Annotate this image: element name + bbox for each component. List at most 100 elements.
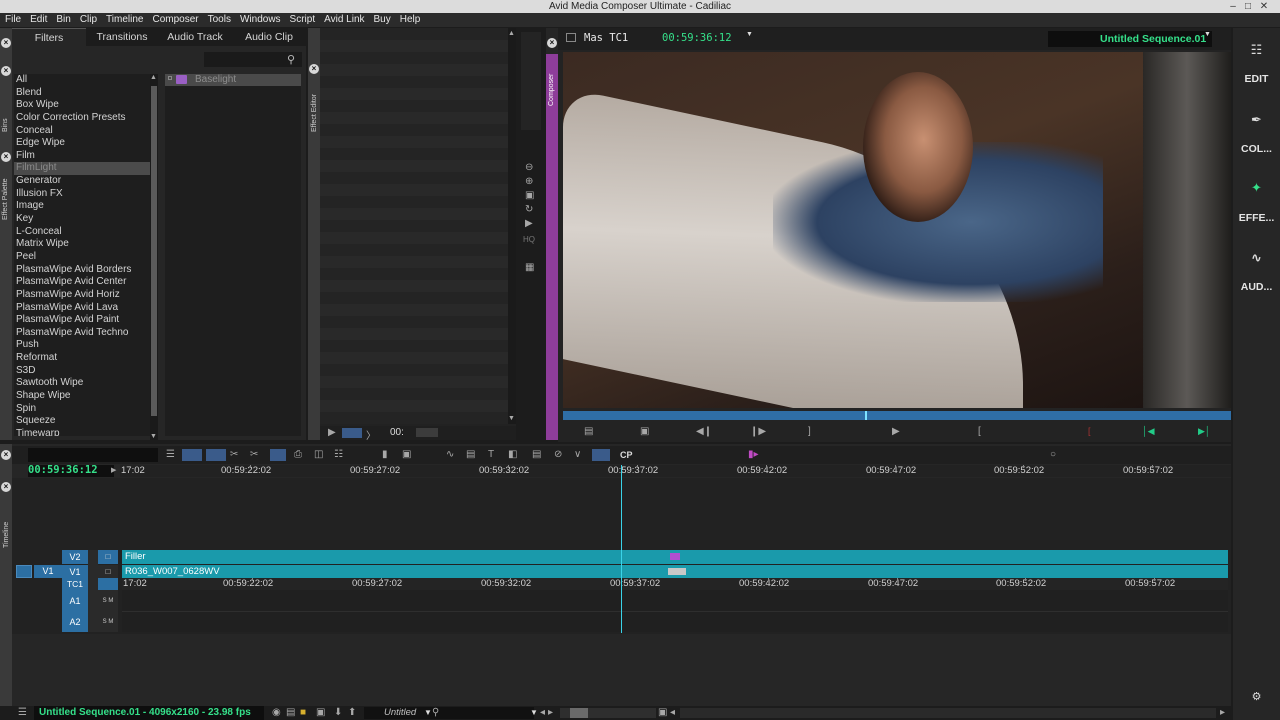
category-item[interactable]: PlasmaWipe Avid Lava (14, 302, 152, 315)
track-header-tc1[interactable]: TC1 (62, 578, 88, 590)
source-track-v1[interactable]: V1 (34, 565, 62, 578)
track-header-v2[interactable]: V2 (62, 550, 88, 564)
menu-windows[interactable]: Windows (235, 13, 285, 27)
timeline-scroll-right-icon[interactable]: ▸ (1220, 706, 1225, 720)
category-item[interactable]: FilmLight (14, 162, 152, 176)
segment-mode-icon[interactable] (270, 449, 286, 461)
category-item[interactable]: Blend (14, 87, 152, 100)
render-icon[interactable]: ▦ (525, 262, 534, 273)
filler-effect-icon[interactable] (670, 553, 680, 560)
v2-monitor-icon[interactable]: □ (98, 550, 118, 564)
menu-edit[interactable]: Edit (25, 13, 51, 27)
category-item[interactable]: Illusion FX (14, 188, 152, 201)
category-item[interactable]: Color Correction Presets (14, 112, 152, 125)
tc-dropdown-icon[interactable]: ▼ (746, 31, 753, 38)
audio-workspace-button[interactable]: AUD... (1233, 281, 1280, 293)
effects-workspace-button[interactable]: EFFE... (1233, 212, 1280, 224)
a2-mute-button[interactable]: M (108, 619, 113, 625)
color-workspace-button[interactable]: COL... (1233, 143, 1280, 155)
category-item[interactable]: Squeeze (14, 415, 152, 428)
category-item[interactable]: Matrix Wipe (14, 238, 152, 251)
snap-icon[interactable]: ▤ (532, 449, 541, 460)
category-item[interactable]: Reformat (14, 352, 152, 365)
scroll-left-icon[interactable]: ◂ (540, 706, 545, 720)
timeline-marker-icon[interactable]: ▮▸ (748, 449, 759, 460)
zoom-slider-thumb[interactable] (570, 708, 588, 718)
record-icon[interactable]: ▣ (402, 449, 411, 460)
clip-effect-icon[interactable] (668, 568, 686, 575)
marker-add-icon[interactable]: ▮ (382, 449, 388, 460)
bins-tab[interactable]: Bins (2, 118, 9, 132)
category-item[interactable]: Film (14, 150, 152, 163)
category-item[interactable]: L-Conceal (14, 226, 152, 239)
grid-icon[interactable]: ▣ (525, 190, 534, 201)
scroll-down-icon[interactable]: ▼ (508, 415, 515, 422)
effect-mode-icon[interactable] (592, 449, 610, 461)
category-item[interactable]: S3D (14, 365, 152, 378)
step-forward-icon[interactable]: ❙▶ (750, 426, 766, 437)
marker-icon[interactable]: 〉 (366, 427, 376, 442)
effect-editor-tab[interactable]: Effect Editor (311, 94, 318, 132)
category-item[interactable]: Edge Wipe (14, 137, 152, 150)
v1-monitor-icon[interactable]: □ (98, 565, 118, 579)
mark-clip-icon[interactable]: ▤ (584, 426, 593, 437)
effect-item-baselight[interactable]: Baselight (165, 74, 301, 86)
position-bar[interactable] (416, 428, 438, 437)
go-to-out-icon[interactable]: ▶│ (1198, 426, 1211, 437)
category-item[interactable]: Shape Wipe (14, 390, 152, 403)
category-item[interactable]: Timewarp (14, 428, 152, 436)
clip-filler[interactable]: Filler (122, 550, 1228, 564)
menu-script[interactable]: Script (285, 13, 320, 27)
playhead[interactable] (621, 465, 622, 633)
menu-composer[interactable]: Composer (147, 13, 202, 27)
track-a1[interactable] (122, 590, 1228, 612)
category-item[interactable]: All (14, 74, 152, 87)
split-icon[interactable]: ▣ (640, 426, 649, 437)
category-item[interactable]: PlasmaWipe Avid Borders (14, 264, 152, 277)
sequence-dropdown-icon[interactable]: ▼ (1204, 31, 1211, 38)
menu-buy[interactable]: Buy (369, 13, 395, 27)
category-item[interactable]: Generator (14, 175, 152, 188)
category-item[interactable]: PlasmaWipe Avid Center (14, 276, 152, 289)
video-quality-icon[interactable]: ▤ (286, 706, 295, 720)
a2-solo-button[interactable]: S (103, 619, 107, 625)
zoom-out-icon[interactable]: ⊖ (525, 162, 533, 173)
disable-icon[interactable]: ⊘ (554, 449, 562, 460)
category-item[interactable]: Spin (14, 403, 152, 416)
bin-search-dropdown-icon[interactable]: ▼ (530, 706, 538, 720)
bin-dropdown-icon[interactable]: ▼ (424, 706, 432, 720)
capture-icon[interactable]: ◉ (272, 706, 281, 720)
play-preview-icon[interactable]: ▶ (525, 218, 533, 229)
clear-marks-icon[interactable]: [ (1088, 426, 1091, 436)
tc1-monitor-icon[interactable] (98, 578, 118, 590)
menu-clip[interactable]: Clip (75, 13, 101, 27)
zoom-slider[interactable] (560, 708, 656, 718)
bin-search-icon[interactable]: ⚲ (432, 706, 439, 720)
reset-icon[interactable]: ↻ (525, 204, 533, 215)
source-monitor-icon[interactable] (16, 565, 32, 578)
timeline-ruler[interactable]: 17:02 00:59:22:02 00:59:27:02 00:59:32:02 00… (120, 465, 1231, 477)
extract-icon[interactable] (206, 449, 226, 461)
timeline-scrollbar[interactable] (680, 708, 1216, 718)
tab-audio-clip[interactable]: Audio Clip (232, 28, 306, 46)
scroll-right-icon[interactable]: ▸ (548, 706, 553, 720)
monitor-menu-icon[interactable] (566, 33, 576, 42)
timeline-menu-icon[interactable]: ☰ (166, 449, 175, 460)
category-item[interactable]: PlasmaWipe Avid Horiz (14, 289, 152, 302)
close-panel-icon[interactable]: × (1, 66, 11, 76)
minimize-icon[interactable]: – (1226, 0, 1240, 13)
mark-in-icon[interactable]: [ (978, 426, 981, 437)
video-frame[interactable] (563, 52, 1231, 408)
category-scrollbar[interactable]: ▲ ▼ (150, 74, 158, 440)
lift-icon[interactable] (182, 449, 202, 461)
go-to-in-icon[interactable]: │◀ (1142, 426, 1155, 437)
cut-icon[interactable]: ✂ (230, 449, 238, 460)
edit-workspace-button[interactable]: EDIT (1233, 73, 1280, 85)
down-arrow-icon[interactable]: ⬇ (334, 706, 342, 720)
search-icon[interactable]: ⚲ (287, 53, 295, 66)
category-item[interactable]: PlasmaWipe Avid Paint (14, 314, 152, 327)
close-timeline-icon[interactable]: × (1, 482, 11, 492)
maximize-icon[interactable]: □ (1241, 0, 1255, 13)
close-icon[interactable]: ✕ (1257, 0, 1271, 13)
composer-tab-strip[interactable] (546, 54, 558, 440)
